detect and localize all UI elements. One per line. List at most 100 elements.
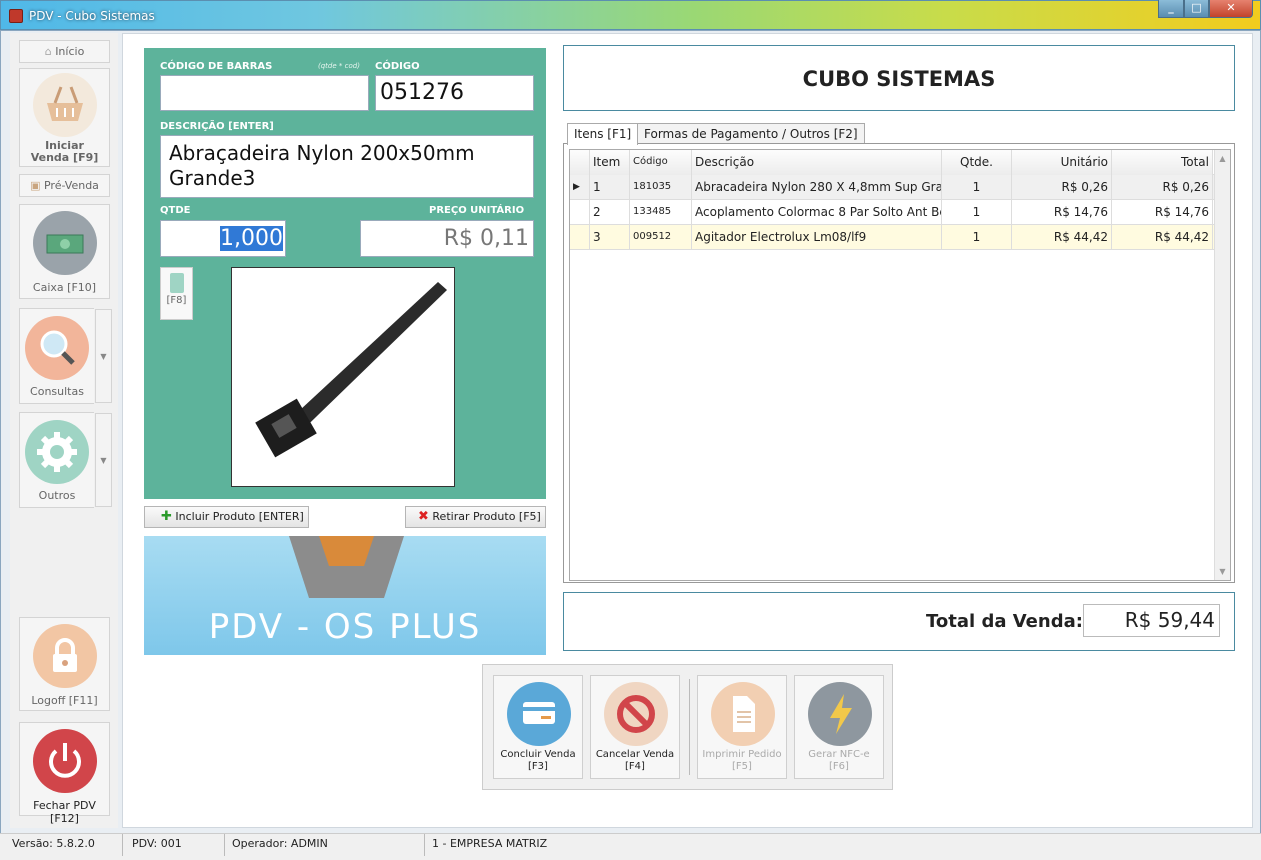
fechar-pdv-button[interactable]: Fechar PDV [F12] [19,722,110,825]
col-descricao[interactable]: Descrição [692,150,942,175]
consultas-label: Consultas [30,385,84,398]
company-name: CUBO SISTEMAS [563,45,1235,111]
preco-unitario-input[interactable]: R$ 0,11 [360,220,534,257]
status-pdv: PDV: 001 [126,834,225,856]
f8-label: [F8] [166,295,187,306]
logoff-label: Logoff [F11] [31,694,98,707]
descricao-line-2: Grande3 [169,166,256,190]
imprimir-pedido-label: Imprimir Pedido [702,749,782,760]
incluir-produto-label: Incluir Produto [ENTER] [175,510,304,523]
grid-scrollbar[interactable]: ▲ ▼ [1214,150,1230,580]
retirar-produto-button[interactable]: ✖ Retirar Produto [F5] [405,506,546,528]
col-total[interactable]: Total [1112,150,1213,175]
preco-unitario-label: PREÇO UNITÁRIO [429,205,525,216]
grid-header: Item Código Descrição Qtde. Unitário Tot… [570,150,1215,175]
descricao-label: DESCRIÇÃO [ENTER] [160,121,274,132]
outros-dropdown-icon[interactable]: ▼ [95,413,112,507]
concluir-venda-button[interactable]: Concluir Venda [F3] [493,675,583,779]
col-unitario[interactable]: Unitário [1012,150,1112,175]
caixa-button[interactable]: Caixa [F10] [19,204,110,299]
brand-banner: PDV - OS PLUS [144,536,546,655]
home-icon: ⌂ [44,45,52,58]
qtde-input[interactable]: 1,000 [160,220,286,257]
minimize-button[interactable]: _ [1158,0,1184,18]
lock-icon [33,624,97,688]
lightning-icon [808,682,872,746]
cancel-icon [604,682,668,746]
col-qtde[interactable]: Qtde. [942,150,1012,175]
plus-icon: ✚ [161,509,172,524]
codigo-input[interactable]: 051276 [375,75,534,111]
qtde-value: 1,000 [220,226,283,251]
qtde-label: QTDE [160,205,191,216]
table-row[interactable]: 3 009512 Agitador Electrolux Lm08/lf9 1 … [570,225,1215,250]
gerar-nfce-key: [F6] [829,761,849,772]
table-row[interactable]: 2 133485 Acoplamento Colormac 8 Par Solt… [570,200,1215,225]
concluir-venda-label: Concluir Venda [500,749,576,760]
cell-qtde: 1 [942,175,1012,200]
maximize-button[interactable]: □ [1184,0,1209,18]
basket-small-icon: ▣ [30,179,41,192]
scroll-up-icon[interactable]: ▲ [1215,154,1230,163]
cell-descricao: Agitador Electrolux Lm08/lf9 [692,225,942,250]
gerar-nfce-label: Gerar NFC-e [808,749,870,760]
cell-total: R$ 0,26 [1112,175,1213,200]
shopping-basket-icon [33,73,97,137]
cancelar-venda-label: Cancelar Venda [595,749,675,760]
logoff-button[interactable]: Logoff [F11] [19,617,110,711]
consultas-button[interactable]: Consultas ▼ [19,308,112,404]
total-value: R$ 59,44 [1083,604,1220,637]
cell-codigo: 133485 [630,200,692,225]
outros-button[interactable]: Outros ▼ [19,412,112,508]
app-icon [9,9,23,23]
descricao-line-1: Abraçadeira Nylon 200x50mm [169,141,475,165]
cell-unitario: R$ 0,26 [1012,175,1112,200]
items-grid: Item Código Descrição Qtde. Unitário Tot… [569,149,1231,581]
codigo-barras-hint: (qtde * cod) [318,62,360,70]
descricao-input[interactable]: Abraçadeira Nylon 200x50mm Grande3 [160,135,534,198]
action-panel: Concluir Venda [F3] Cancelar Venda [F4] … [482,664,893,790]
inicio-button[interactable]: ⌂ Início [19,40,110,63]
codigo-barras-label: CÓDIGO DE BARRAS [160,61,273,72]
col-item[interactable]: Item [590,150,630,175]
iniciar-venda-button[interactable]: Iniciar Venda [F9] [19,68,110,167]
balanca-button[interactable]: [F8] [160,267,193,320]
total-label: Total da Venda: [926,611,1083,632]
scale-icon [169,273,184,293]
table-row[interactable]: ▶ 1 181035 Abracadeira Nylon 280 X 4,8mm… [570,175,1215,200]
close-button[interactable]: ✕ [1209,0,1253,18]
cell-codigo: 009512 [630,225,692,250]
cell-total: R$ 44,42 [1112,225,1213,250]
x-icon: ✖ [418,509,429,524]
cell-descricao: Acoplamento Colormac 8 Par Solto Ant Bcc [692,200,942,225]
cancelar-venda-button[interactable]: Cancelar Venda [F4] [590,675,680,779]
consultas-dropdown-icon[interactable]: ▼ [95,309,112,403]
pre-venda-button[interactable]: ▣ Pré-Venda [19,174,110,197]
document-icon [711,682,775,746]
power-icon [33,729,97,793]
col-codigo[interactable]: Código [630,150,692,175]
cell-item: 2 [590,200,630,225]
status-empresa: 1 - EMPRESA MATRIZ [432,837,548,850]
fechar-pdv-label: Fechar PDV [F12] [33,799,96,825]
scroll-down-icon[interactable]: ▼ [1215,567,1230,576]
gerar-nfce-button[interactable]: Gerar NFC-e [F6] [794,675,884,779]
search-icon [25,316,89,380]
inicio-label: Início [55,45,85,58]
money-icon [33,211,97,275]
tab-itens[interactable]: Itens [F1] [567,123,639,145]
retirar-produto-label: Retirar Produto [F5] [432,510,541,523]
status-versao: Versão: 5.8.2.0 [6,834,123,856]
total-panel: Total da Venda: R$ 59,44 [563,592,1235,651]
cell-descricao: Abracadeira Nylon 280 X 4,8mm Sup Grande [692,175,942,200]
incluir-produto-button[interactable]: ✚ Incluir Produto [ENTER] [144,506,309,528]
codigo-label: CÓDIGO [375,61,420,72]
cell-codigo: 181035 [630,175,692,200]
product-image [231,267,455,487]
cell-item: 1 [590,175,630,200]
codigo-barras-input[interactable] [160,75,369,111]
cell-unitario: R$ 14,76 [1012,200,1112,225]
action-divider [689,679,690,775]
imprimir-pedido-button[interactable]: Imprimir Pedido [F5] [697,675,787,779]
tab-formas-pagamento[interactable]: Formas de Pagamento / Outros [F2] [637,123,865,144]
